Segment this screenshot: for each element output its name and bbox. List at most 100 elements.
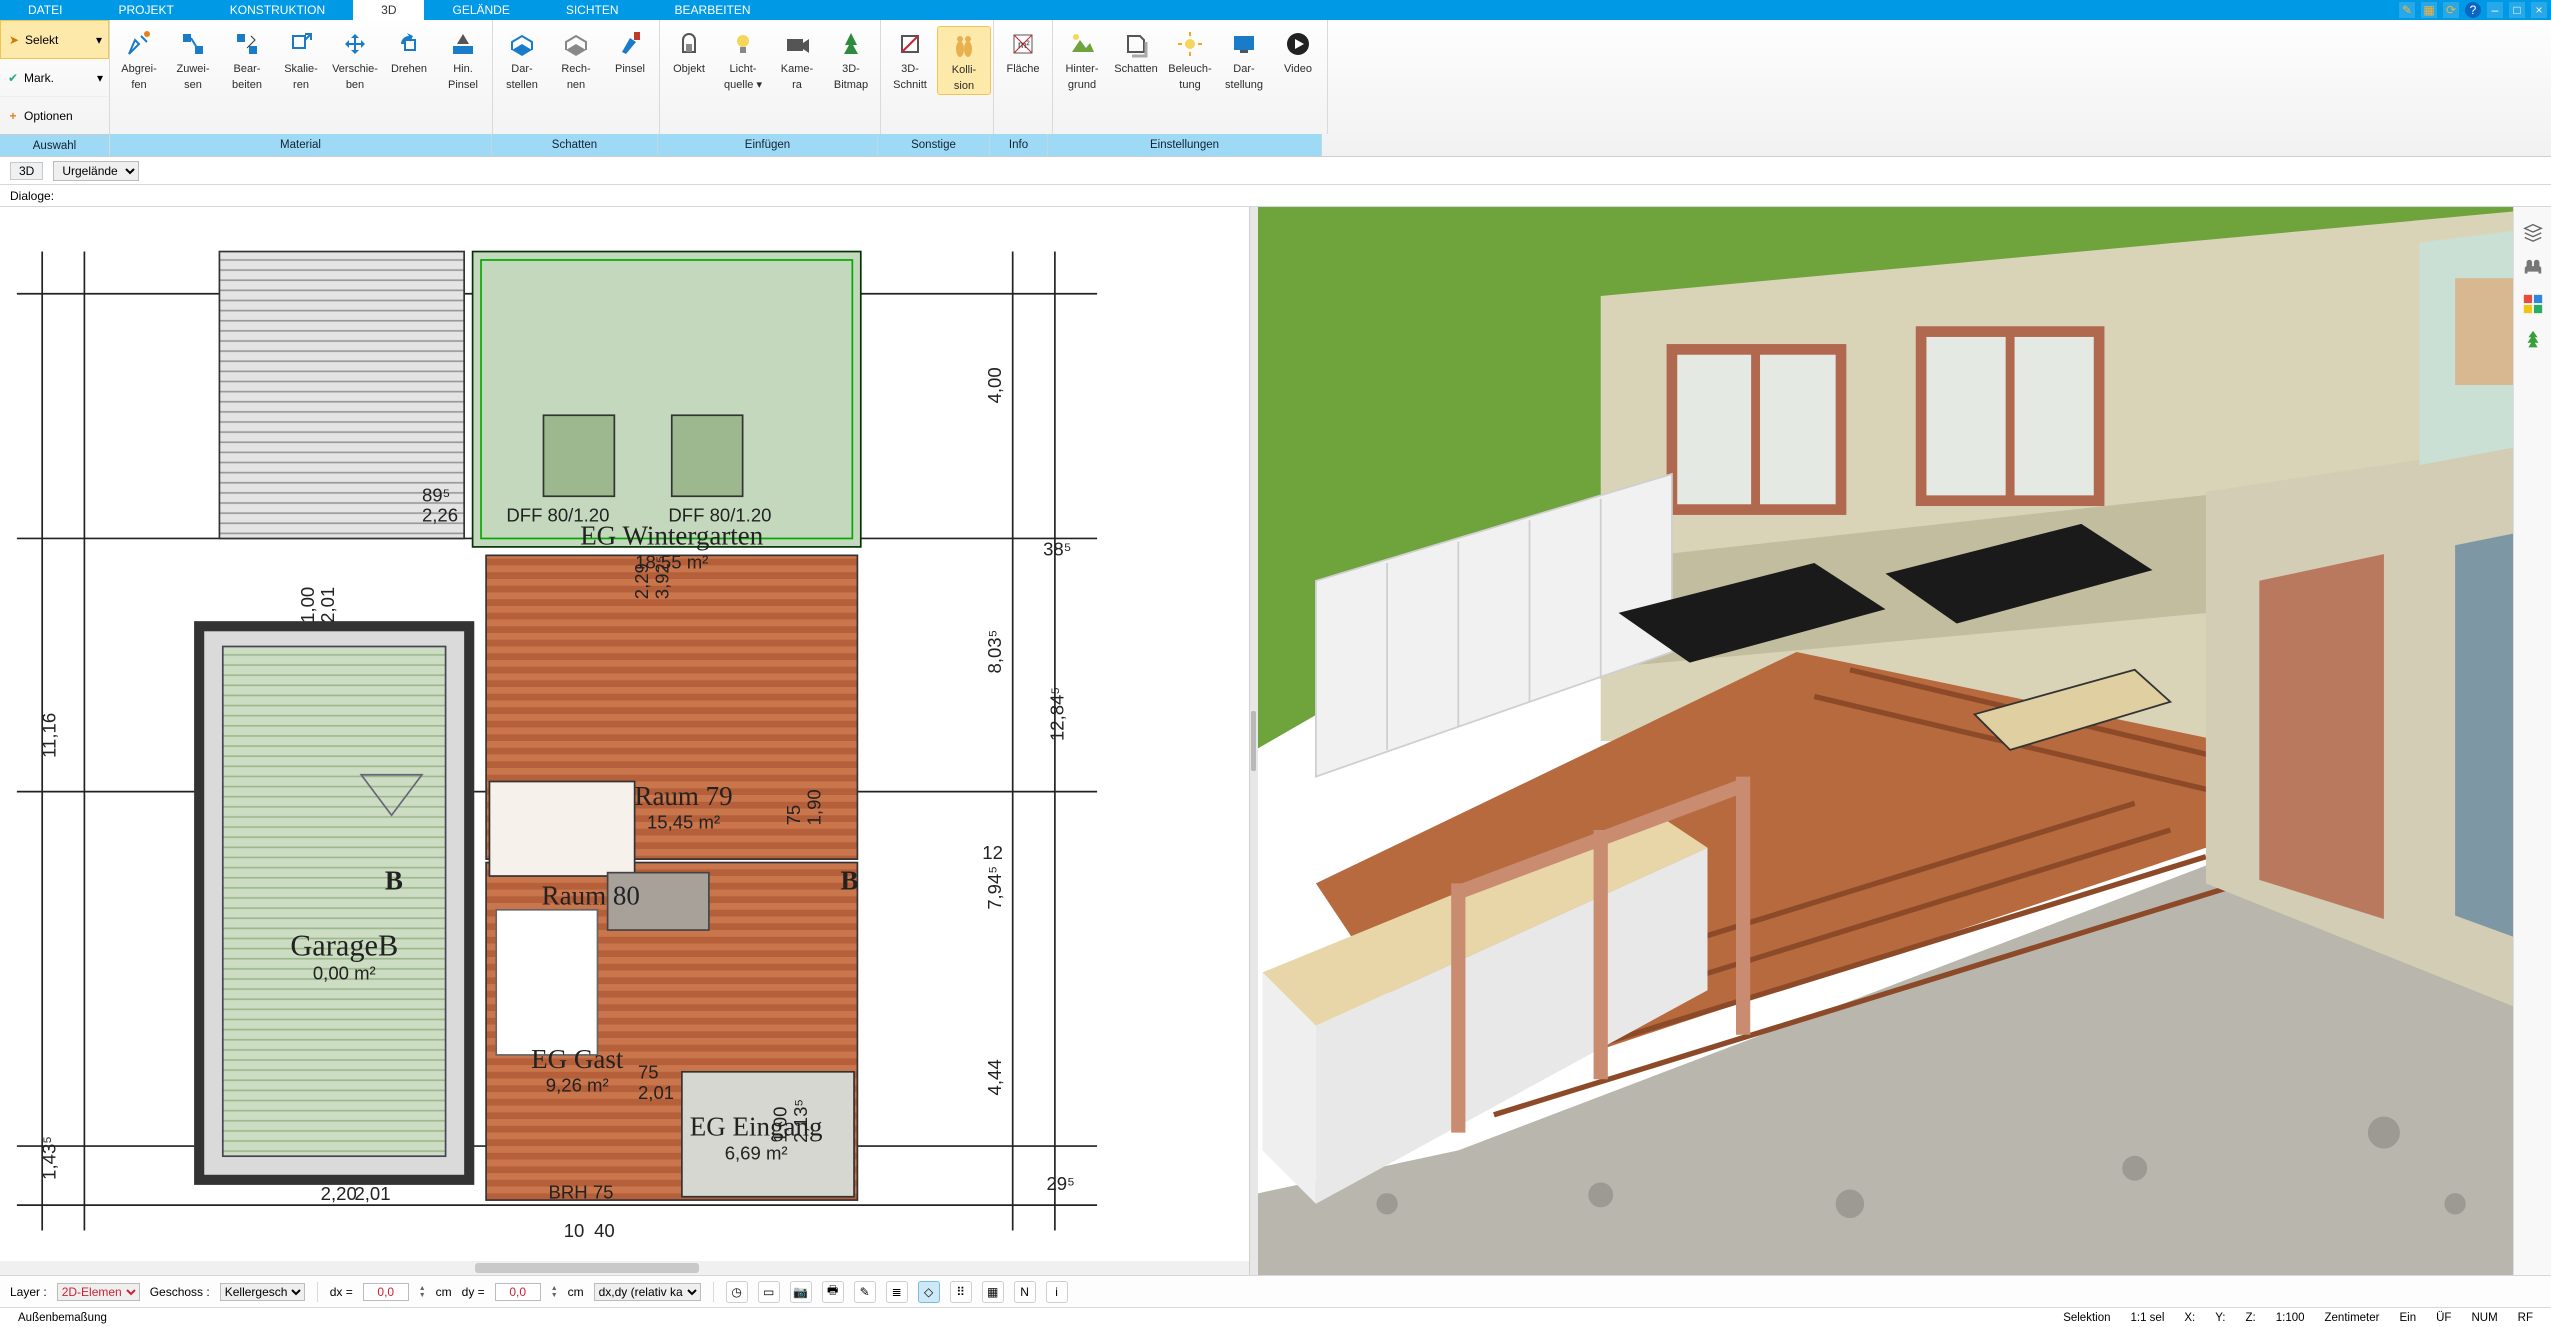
svg-text:4,44: 4,44 [984, 1059, 1005, 1095]
tool-abgreifen[interactable]: Abgrei-fen [112, 26, 166, 93]
tree-icon[interactable] [2522, 329, 2544, 351]
menu-tab-bearbeiten[interactable]: BEARBEITEN [647, 0, 779, 20]
svg-text:m²: m² [1018, 40, 1030, 51]
tool-icon-2[interactable]: ▦ [2421, 2, 2437, 18]
select-mode[interactable]: ➤ Selekt▾ [0, 20, 109, 59]
darstellung-icon [1228, 28, 1260, 60]
tool-schatten2[interactable]: Schatten [1109, 26, 1163, 78]
svg-text:38⁵: 38⁵ [1043, 538, 1071, 559]
tool-objekt[interactable]: Objekt [662, 26, 716, 78]
status-scale: 1:100 [2266, 1312, 2315, 1324]
color-swatch-icon[interactable] [2522, 293, 2544, 315]
tool-verschieben[interactable]: Verschie-ben [328, 26, 382, 93]
menu-bar: DATEI PROJEKT KONSTRUKTION 3D GELÄNDE SI… [0, 0, 2551, 20]
tool-darstellen[interactable]: Dar-stellen [495, 26, 549, 93]
flaeche-icon: m² [1007, 28, 1039, 60]
tool-icon-3[interactable]: ⟳ [2443, 2, 2459, 18]
tool-icon-1[interactable]: ✎ [2399, 2, 2415, 18]
svg-text:7,94⁵: 7,94⁵ [984, 866, 1005, 910]
svg-text:0,00 m²: 0,00 m² [313, 962, 376, 983]
window-icons: ✎ ▦ ⟳ ? – □ × [2399, 0, 2551, 20]
btn-pencil[interactable]: ✎ [854, 1281, 876, 1303]
menu-tab-gelaende[interactable]: GELÄNDE [424, 0, 537, 20]
drehen-icon [393, 28, 425, 60]
tool-darstellung[interactable]: Dar-stellung [1217, 26, 1271, 93]
svg-text:EG Gast: EG Gast [531, 1044, 624, 1074]
btn-info[interactable]: i [1046, 1281, 1068, 1303]
tool-rechnen[interactable]: Rech-nen [549, 26, 603, 93]
status-bar: Außenbemaßung Selektion 1:1 sel X: Y: Z:… [0, 1307, 2551, 1327]
svg-text:2,01: 2,01 [317, 587, 338, 623]
abgreifen-icon [123, 28, 155, 60]
layers-icon[interactable] [2522, 221, 2544, 243]
maximize-icon[interactable]: □ [2509, 2, 2525, 18]
dy-unit: cm [568, 1285, 584, 1299]
dy-input[interactable] [495, 1283, 541, 1301]
btn-diamond[interactable]: ◇ [918, 1281, 940, 1303]
tool-hinpinsel[interactable]: Hin.Pinsel [436, 26, 490, 93]
group-label-einfügen: Einfügen [658, 134, 878, 156]
btn-stack[interactable]: ≣ [886, 1281, 908, 1303]
tool-bearbeiten[interactable]: Bear-beiten [220, 26, 274, 93]
check-icon: ✔ [6, 71, 20, 85]
tool-kollision[interactable]: Kolli-sion [937, 26, 991, 95]
verschieben-icon [339, 28, 371, 60]
svg-text:89⁵: 89⁵ [422, 484, 450, 505]
tool-bitmap3d[interactable]: 3D-Bitmap [824, 26, 878, 93]
tool-kamera[interactable]: Kame-ra [770, 26, 824, 93]
tool-schnitt3d[interactable]: 3D-Schnitt [883, 26, 937, 93]
tool-zuweisen[interactable]: Zuwei-sen [166, 26, 220, 93]
terrain-select[interactable]: Urgelände [53, 161, 139, 181]
btn-clock[interactable]: ◷ [726, 1281, 748, 1303]
tool-lichtquelle[interactable]: Licht-quelle ▾ [716, 26, 770, 93]
pane-splitter[interactable] [1250, 207, 1258, 1275]
layer-select[interactable]: 2D-Elemen [57, 1283, 140, 1301]
tool-pinsel[interactable]: Pinsel [603, 26, 657, 78]
svg-text:2,01: 2,01 [638, 1082, 674, 1103]
rechnen-icon [560, 28, 592, 60]
btn-print[interactable]: 🖶 [822, 1281, 844, 1303]
menu-tab-projekt[interactable]: PROJEKT [90, 0, 201, 20]
menu-tab-sichten[interactable]: SICHTEN [538, 0, 647, 20]
mark-mode[interactable]: ✔ Mark.▾ [0, 59, 109, 97]
close-icon[interactable]: × [2531, 2, 2547, 18]
tool-skalieren[interactable]: Skalie-ren [274, 26, 328, 93]
ribbon: ➤ Selekt▾ ✔ Mark.▾ + Optionen Auswahl Ab… [0, 20, 2551, 157]
dx-input[interactable] [363, 1283, 409, 1301]
h-scrollbar-left[interactable] [0, 1261, 1249, 1275]
options[interactable]: + Optionen [0, 97, 109, 134]
svg-text:2,26: 2,26 [422, 505, 458, 526]
tool-beleuchtung[interactable]: Beleuch-tung [1163, 26, 1217, 93]
furniture-icon[interactable] [2522, 257, 2544, 279]
btn-camera[interactable]: 📷 [790, 1281, 812, 1303]
btn-media[interactable]: ▭ [758, 1281, 780, 1303]
help-icon[interactable]: ? [2465, 2, 2481, 18]
status-x: X: [2174, 1312, 2205, 1324]
menu-tab-3d[interactable]: 3D [353, 0, 424, 20]
svg-text:2,20: 2,20 [321, 1183, 357, 1204]
tool-drehen[interactable]: Drehen [382, 26, 436, 78]
tool-hintergrund[interactable]: Hinter-grund [1055, 26, 1109, 93]
group-label-sonstige: Sonstige [878, 134, 990, 156]
3d-view-pane[interactable] [1258, 207, 2513, 1275]
menu-tab-datei[interactable]: DATEI [0, 0, 90, 20]
status-unit: Zentimeter [2315, 1312, 2390, 1324]
btn-dots[interactable]: ⠿ [950, 1281, 972, 1303]
minimize-icon[interactable]: – [2487, 2, 2503, 18]
status-y: Y: [2205, 1312, 2235, 1324]
tool-video[interactable]: Video [1271, 26, 1325, 78]
storey-select[interactable]: Kellergesch [220, 1283, 305, 1301]
svg-text:10: 10 [564, 1220, 585, 1241]
menu-tab-konstruktion[interactable]: KONSTRUKTION [202, 0, 353, 20]
floorplan-pane[interactable]: 4,00 8,03⁵ 12,84⁵ 7,94⁵ 4,44 11,16 1,43⁵… [0, 207, 1250, 1275]
btn-grid[interactable]: ▦ [982, 1281, 1004, 1303]
coord-mode-select[interactable]: dx,dy (relativ ka [594, 1283, 701, 1301]
status-uf: ÜF [2426, 1312, 2461, 1324]
btn-north[interactable]: N [1014, 1281, 1036, 1303]
tool-flaeche[interactable]: m²Fläche [996, 26, 1050, 78]
view-badge: 3D [10, 162, 43, 180]
dx-unit: cm [436, 1285, 452, 1299]
svg-text:40: 40 [594, 1220, 615, 1241]
beleuchtung-icon [1174, 28, 1206, 60]
group-label-schatten: Schatten [492, 134, 658, 156]
